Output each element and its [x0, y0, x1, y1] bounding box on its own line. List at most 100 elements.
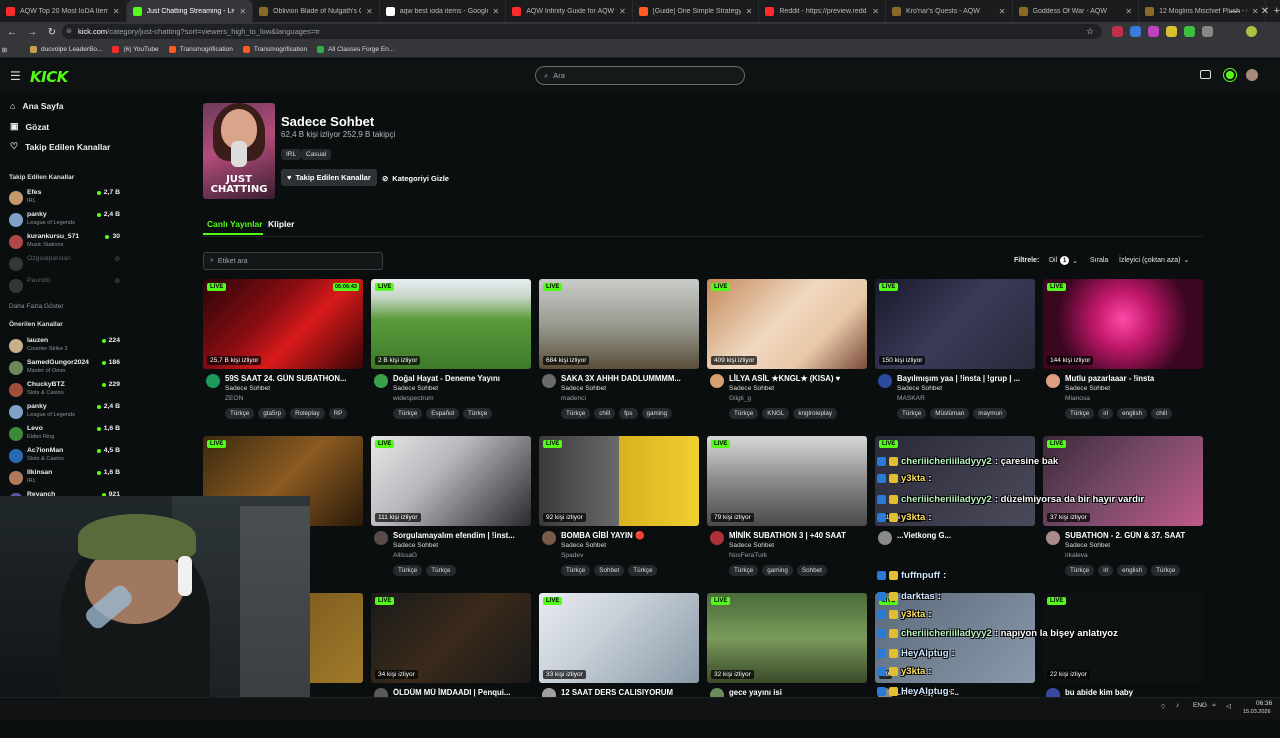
stream-tag[interactable]: Türkçe [463, 408, 493, 419]
tab-close-icon[interactable]: ✕ [746, 7, 753, 16]
browser-tab[interactable]: Just Chatting Streaming - Live ✕ [126, 0, 254, 22]
stream-category[interactable]: Sadece Sohbet [225, 385, 270, 392]
stream-card[interactable]: LIVE 684 kişi izliyor SAKA 3X AHHH DADLUMM… [539, 279, 699, 424]
follow-category-button[interactable]: ♥ Takip Edilen Kanallar [281, 169, 377, 186]
stream-tag[interactable]: Sohbet [796, 565, 827, 576]
stream-tag[interactable]: english [1117, 408, 1148, 419]
streamer-avatar[interactable] [710, 374, 724, 388]
stream-thumbnail[interactable]: LIVE 2 B kişi izliyor [371, 279, 531, 369]
stream-tag[interactable]: Türkçe [628, 565, 658, 576]
streamer-avatar[interactable] [878, 531, 892, 545]
stream-title[interactable]: ÖLDÜM MÜ İMDAADI | Penqui... [393, 688, 529, 697]
tab-close-icon[interactable]: ✕ [1125, 7, 1132, 16]
streamer-name[interactable]: MASKAR [897, 395, 925, 402]
stream-thumbnail[interactable]: LIVE 37 kişi izliyor [1043, 436, 1203, 526]
streamer-name[interactable]: Spadev [561, 552, 583, 559]
channel-item[interactable]: Ozgealparslan ⊘ [9, 254, 120, 276]
stream-thumbnail[interactable]: LIVE 409 kişi izliyor [707, 279, 867, 369]
stream-thumbnail[interactable]: LIVE 684 kişi izliyor [539, 279, 699, 369]
site-info-icon[interactable]: ⊜ [66, 27, 72, 35]
channel-item[interactable]: kurankursu_571 Music Stations 30 [9, 232, 120, 254]
channel-item[interactable]: lauzen Counter-Strike 2 224 [9, 336, 120, 358]
extension-icon[interactable] [1166, 26, 1177, 37]
stream-tag[interactable]: Türkçe [1065, 408, 1095, 419]
browser-tab[interactable]: Oblivion Blade of Nulgath's C ✕ [253, 0, 380, 22]
bookmark-item[interactable]: Transmogrification [168, 46, 233, 53]
volume-icon[interactable]: ♪ [1176, 702, 1179, 709]
stream-title[interactable]: LİLYA ASİL ★KNGL★ (KISA) ♥ [729, 374, 865, 383]
sidebar-nav-item[interactable]: ▣ Gözat [10, 121, 49, 132]
stream-tag[interactable]: Türkçe [393, 565, 423, 576]
tab-clips[interactable]: Klipler [268, 219, 294, 229]
stream-title[interactable]: gece yayını isi [729, 688, 865, 697]
category-tag[interactable]: IRL [281, 149, 302, 160]
extension-icon[interactable] [1130, 26, 1141, 37]
streamer-name[interactable]: Giigli_g [729, 395, 751, 402]
stream-tag[interactable]: KNGL [762, 408, 790, 419]
close-window-button[interactable]: ✕ [1250, 0, 1280, 22]
stream-tag[interactable]: knglroleplay [793, 408, 838, 419]
stream-tag[interactable]: Müslüman [930, 408, 970, 419]
channel-item[interactable]: ChuckyBTZ Slots & Casino 229 [9, 380, 120, 402]
stream-tag[interactable]: Türkçe [729, 408, 759, 419]
keyboard-language[interactable]: ENG [1193, 702, 1207, 709]
stream-tag[interactable]: Türkçe [1065, 565, 1095, 576]
channel-item[interactable]: Efes IRL 2,7 B [9, 188, 120, 210]
stream-thumbnail[interactable]: LIVE 32 kişi izliyor [707, 593, 867, 683]
stream-title[interactable]: ...Vietkong G... [897, 531, 1033, 540]
stream-thumbnail[interactable]: LIVE 05:06:43 25,7 B kişi izliyor [203, 279, 363, 369]
streamer-name[interactable]: madenci [561, 395, 586, 402]
streamer-avatar[interactable] [374, 374, 388, 388]
streamer-name[interactable]: AllissaG [393, 552, 417, 559]
stream-title[interactable]: Doğal Hayat - Deneme Yayını [393, 374, 529, 383]
browser-tab[interactable]: aqw best ioda items - Google ✕ [380, 0, 507, 22]
extensions-puzzle-icon[interactable] [1202, 26, 1213, 37]
stream-title[interactable]: Bayılmışım yaa | !insta | !grup | ... [897, 374, 1033, 383]
browser-tab[interactable]: Reddit - https://preview.redd ✕ [759, 0, 886, 22]
network-icon[interactable]: ⌔ [1160, 702, 1166, 711]
show-more-link[interactable]: Daha Fazla Göster [9, 303, 64, 310]
kick-logo[interactable]: KICK [30, 68, 68, 86]
stream-tag[interactable]: Türkçe [561, 565, 591, 576]
extension-icon[interactable] [1184, 26, 1195, 37]
extension-icon[interactable] [1148, 26, 1159, 37]
profile-avatar[interactable] [1246, 26, 1257, 37]
channel-item[interactable]: Paundo ⊘ [9, 276, 120, 298]
streamer-name[interactable]: ZEON [225, 395, 243, 402]
hide-category-button[interactable]: ⊘ Kategoriyi Gizle [376, 170, 455, 187]
stream-card[interactable]: LIVE 144 kişi izliyor Mutlu pazarlaaar - !… [1043, 279, 1203, 424]
tab-close-icon[interactable]: ✕ [366, 7, 373, 16]
bookmark-item[interactable]: All Classes Forge En... [317, 46, 394, 53]
stream-category[interactable]: Sadece Sohbet [393, 385, 438, 392]
tab-close-icon[interactable]: ✕ [872, 7, 879, 16]
stream-title[interactable]: 12 SAAT DERS CALISIYORUM [561, 688, 697, 697]
bookmark-star-icon[interactable]: ☆ [1086, 26, 1094, 37]
streamer-name[interactable]: irkaleva [1065, 552, 1088, 559]
stream-category[interactable]: Sadece Sohbet [393, 542, 438, 549]
tab-close-icon[interactable]: ✕ [999, 7, 1006, 16]
menu-icon[interactable]: ☰ [10, 69, 21, 83]
stream-card[interactable]: LIVE 2 B kişi izliyor Doğal Hayat - Deneme… [371, 279, 531, 424]
stream-title[interactable]: SAKA 3X AHHH DADLUMMMM... [561, 374, 697, 383]
wifi-icon[interactable]: ≈ [1212, 702, 1216, 709]
sort-dropdown[interactable]: İzleyici (çoktan aza) ⌄ [1119, 256, 1189, 265]
channel-item[interactable]: Ac7ionMan Slots & Casino 4,5 B [9, 446, 120, 468]
stream-tag[interactable]: Türkçe [1151, 565, 1181, 576]
stream-thumbnail[interactable]: LIVE 92 kişi izliyor [539, 436, 699, 526]
stream-tag[interactable]: gaming [641, 408, 673, 419]
tab-close-icon[interactable]: ✕ [493, 7, 500, 16]
apps-grid-icon[interactable]: ⊞ [0, 46, 30, 54]
channel-item[interactable]: Ilkinsan IRL 1,6 B [9, 468, 120, 490]
stream-category[interactable]: Sadece Sohbet [897, 385, 942, 392]
stream-thumbnail[interactable]: LIVE 33 kişi izliyor [539, 593, 699, 683]
streamer-avatar[interactable] [878, 374, 892, 388]
stream-title[interactable]: 59S SAAT 24. GÜN SUBATHON... [225, 374, 361, 383]
stream-category[interactable]: Sadece Sohbet [1065, 542, 1110, 549]
stream-thumbnail[interactable]: LIVE 150 kişi izliyor [875, 279, 1035, 369]
streamer-avatar[interactable] [542, 531, 556, 545]
stream-tag[interactable]: Türkçe [897, 408, 927, 419]
tab-close-icon[interactable]: ✕ [113, 7, 120, 16]
browser-tab[interactable]: [Guide] One Simple Strategy ✕ [633, 0, 760, 22]
stream-card[interactable]: LIVE 111 kişi izliyor Sorgulamayalım efend… [371, 436, 531, 581]
channel-item[interactable]: Levo Elden Ring 1,6 B [9, 424, 120, 446]
